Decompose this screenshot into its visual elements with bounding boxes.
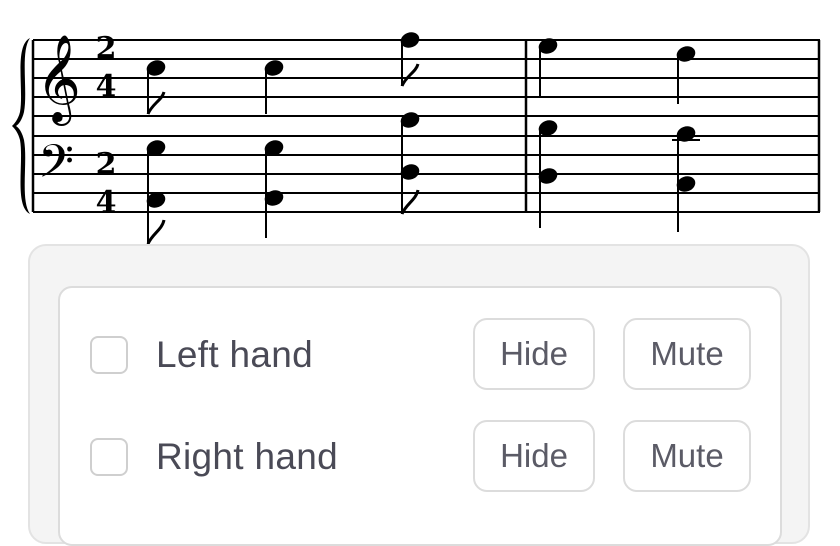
track-row-right-hand: Right hand Hide Mute [58,420,782,492]
treble-time-sig-top: 2 [96,31,117,66]
bass-time-sig-bottom: 4 [96,185,117,220]
bass-time-sig-top: 2 [96,147,117,182]
left-hand-label: Left hand [156,334,314,375]
treble-time-sig-bottom: 4 [96,69,117,104]
right-hand-hide-button[interactable]: Hide [473,420,595,492]
grand-staff-brace [12,38,30,214]
right-hand-mute-button[interactable]: Mute [623,420,751,492]
left-hand-hide-button[interactable]: Hide [473,318,595,390]
right-hand-label: Right hand [156,436,338,477]
track-row-left-hand: Left hand Hide Mute [58,318,782,390]
music-score: 𝄞 𝄢 2 4 2 4 [12,31,821,244]
bass-clef-icon: 𝄢 [38,135,74,200]
right-hand-checkbox[interactable] [90,438,128,476]
left-hand-mute-button[interactable]: Mute [623,318,751,390]
treble-staff [33,39,820,117]
left-hand-checkbox[interactable] [90,336,128,374]
treble-clef-icon: 𝄞 [36,33,81,126]
